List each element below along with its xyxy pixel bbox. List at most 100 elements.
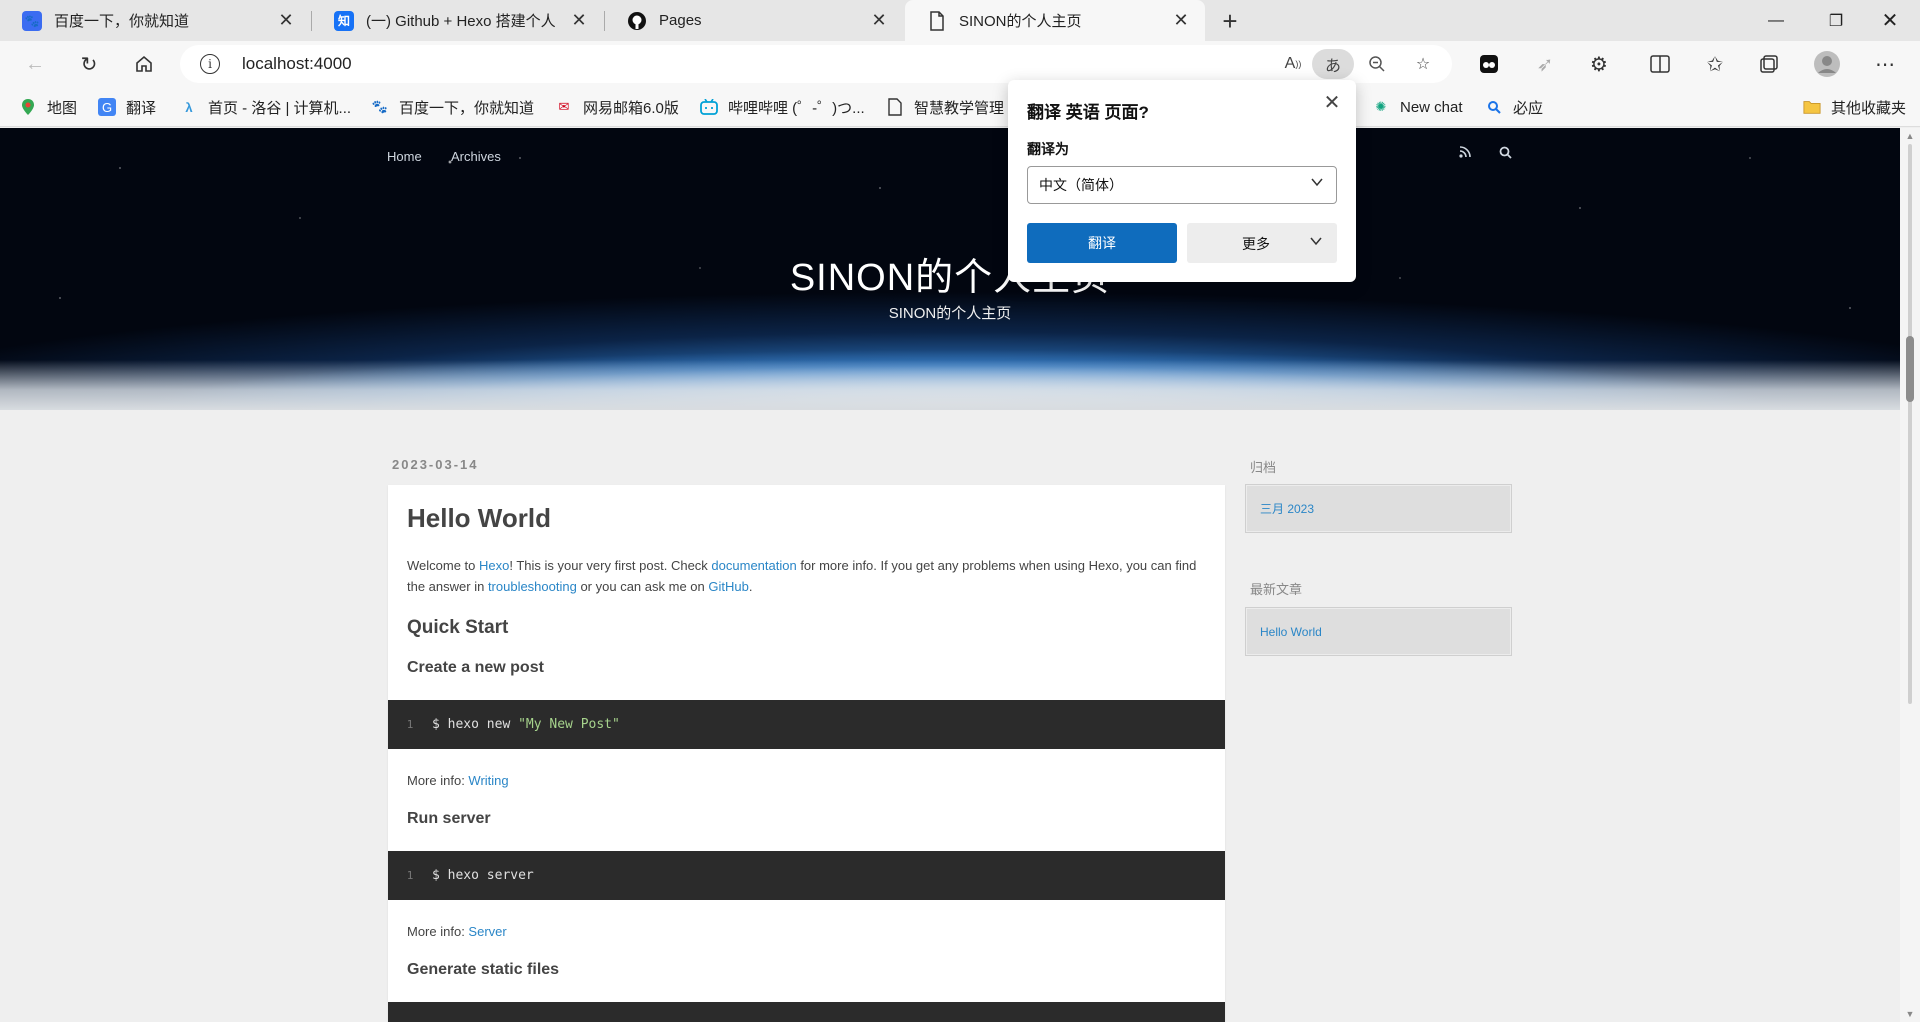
baidu-paw-icon: 🐾 — [22, 10, 42, 31]
split-screen-icon[interactable] — [1643, 47, 1677, 81]
close-icon[interactable]: ✕ — [1171, 10, 1191, 31]
add-favorite-icon[interactable]: ☆ — [1406, 49, 1440, 79]
selected-language: 中文（简体） — [1039, 177, 1123, 193]
close-icon[interactable]: ✕ — [869, 10, 889, 31]
site-info-icon[interactable]: i — [200, 54, 220, 74]
bookmark-luogu[interactable]: λ 首页 - 洛谷 | 计算机... — [180, 95, 351, 119]
bookmark-other-favorites[interactable]: 其他收藏夹 — [1803, 95, 1906, 119]
close-icon[interactable]: ✕ — [1320, 90, 1344, 114]
intro-text: . — [748, 579, 753, 594]
bookmark-new-chat[interactable]: ✺ New chat — [1372, 95, 1463, 119]
github-link[interactable]: GitHub — [708, 579, 748, 594]
collections-icon[interactable] — [1752, 47, 1786, 81]
translate-to-label: 翻译为 — [1027, 141, 1069, 157]
code-block — [388, 1002, 1225, 1022]
bookmark-label: 必应 — [1513, 99, 1544, 117]
tab-pages[interactable]: Pages ✕ — [605, 0, 903, 41]
reload-button[interactable]: ↻ — [72, 47, 106, 81]
profile-avatar[interactable] — [1810, 47, 1844, 81]
line-number: 1 — [406, 718, 414, 731]
tab-title: SINON的个人主页 — [959, 13, 1082, 30]
tab-title: 百度一下，你就知道 — [54, 13, 190, 30]
nav-archives-link[interactable]: Archives — [451, 149, 501, 164]
archive-widget-title: 归档 — [1250, 460, 1277, 475]
translate-popup-title: 翻译 英语 页面? — [1027, 103, 1149, 122]
code-command: $ hexo new — [432, 717, 519, 732]
bookmark-translate[interactable]: G 翻译 — [98, 95, 156, 119]
home-button[interactable] — [127, 47, 161, 81]
bookmark-smart-teaching[interactable]: 智慧教学管理 — [886, 95, 1004, 119]
server-link[interactable]: Server — [468, 924, 506, 939]
recent-posts-list: Hello World — [1245, 607, 1512, 656]
bookmark-bilibili[interactable]: 哔哩哔哩 (゜-゜)つ... — [700, 95, 865, 119]
close-icon[interactable]: ✕ — [569, 10, 589, 31]
tab-sinon[interactable]: SINON的个人主页 ✕ — [905, 0, 1205, 41]
more-info-text: More info: — [407, 773, 469, 788]
restore-button[interactable]: ❐ — [1806, 0, 1866, 41]
translate-button[interactable]: 翻译 — [1027, 223, 1177, 263]
window-close-button[interactable]: ✕ — [1860, 0, 1920, 41]
bing-search-icon — [1485, 98, 1503, 116]
extension-bird-icon[interactable]: ➶ — [1528, 47, 1562, 81]
more-info-text: More info: — [407, 924, 469, 939]
tab-zhihu[interactable]: 知 (一) Github + Hexo 搭建个人 ✕ — [312, 0, 603, 41]
chatgpt-icon: ✺ — [1375, 99, 1387, 114]
translate-icon[interactable]: あ — [1312, 49, 1354, 79]
page-viewport: Home Archives SINON的个人主页 SINON的个人主页 2023… — [0, 128, 1900, 1022]
page-scrollbar[interactable]: ▲ ▼ — [1900, 128, 1920, 1022]
recent-post-link[interactable]: Hello World — [1260, 625, 1322, 639]
post-date[interactable]: 2023-03-14 — [392, 457, 479, 472]
intro-text: ! This is your very first post. Check — [509, 558, 712, 573]
hexo-link[interactable]: Hexo — [479, 558, 509, 573]
archive-month-link[interactable]: 三月 2023 — [1260, 500, 1314, 517]
scroll-down-arrow[interactable]: ▼ — [1900, 1006, 1920, 1022]
favorites-icon[interactable]: ✩ — [1698, 47, 1732, 81]
translate-popup: 翻译 英语 页面? ✕ 翻译为 中文（简体） 翻译 更多 — [1008, 80, 1356, 282]
tab-baidu[interactable]: 🐾 百度一下，你就知道 ✕ — [0, 0, 310, 41]
back-button[interactable]: ← — [18, 47, 52, 81]
tab-strip: 🐾 百度一下，你就知道 ✕ 知 (一) Github + Hexo 搭建个人 ✕… — [0, 0, 1920, 41]
bookmark-bing[interactable]: 必应 — [1485, 95, 1543, 119]
browser-toolbar: ← ↻ i localhost:4000 A)) あ ☆ ➶ ⚙ ✩ ⋯ — [0, 41, 1920, 87]
bookmark-label: New chat — [1400, 98, 1463, 116]
site-title[interactable]: SINON的个人主页 — [0, 246, 1900, 301]
extension-tampermonkey-icon[interactable] — [1472, 47, 1506, 81]
read-aloud-icon[interactable]: A)) — [1276, 49, 1310, 79]
url-text[interactable]: localhost:4000 — [242, 54, 352, 74]
map-pin-icon — [19, 98, 37, 116]
search-icon[interactable] — [1499, 146, 1512, 162]
rss-icon[interactable] — [1459, 146, 1471, 161]
scroll-track[interactable] — [1908, 144, 1912, 704]
post-article: Hello World Welcome to Hexo! This is you… — [388, 485, 1225, 1022]
post-title[interactable]: Hello World — [407, 503, 551, 534]
bookmarks-bar: 地图 G 翻译 λ 首页 - 洛谷 | 计算机... 🐾 百度一下，你就知道 ✉… — [0, 87, 1920, 127]
more-info-writing: More info: Writing — [407, 770, 1207, 791]
scroll-thumb[interactable] — [1906, 336, 1914, 402]
nav-home-link[interactable]: Home — [387, 149, 422, 164]
bookmark-netease[interactable]: ✉ 网易邮箱6.0版 — [555, 95, 679, 119]
writing-link[interactable]: Writing — [468, 773, 508, 788]
zoom-out-icon[interactable] — [1360, 49, 1394, 79]
netease-mail-icon: ✉ — [558, 99, 570, 114]
scroll-up-arrow[interactable]: ▲ — [1900, 128, 1920, 144]
documentation-link[interactable]: documentation — [711, 558, 796, 573]
cloud-layer — [0, 360, 1900, 410]
new-tab-button[interactable]: + — [1213, 4, 1247, 38]
close-icon[interactable]: ✕ — [276, 10, 296, 31]
more-menu-icon[interactable]: ⋯ — [1868, 47, 1902, 81]
troubleshooting-link[interactable]: troubleshooting — [488, 579, 577, 594]
site-subtitle: SINON的个人主页 — [888, 305, 1012, 322]
luogu-icon: λ — [185, 99, 193, 115]
create-post-heading: Create a new post — [407, 659, 544, 676]
target-language-select[interactable]: 中文（简体） — [1027, 166, 1337, 204]
bookmark-baidu[interactable]: 🐾 百度一下，你就知道 — [371, 95, 534, 119]
minimize-button[interactable]: — — [1746, 0, 1806, 41]
bookmark-map[interactable]: 地图 — [19, 95, 77, 119]
intro-text: or you can ask me on — [576, 579, 709, 594]
extensions-icon[interactable]: ⚙ — [1582, 47, 1616, 81]
more-options-button[interactable]: 更多 — [1187, 223, 1337, 263]
tab-title: (一) Github + Hexo 搭建个人 — [366, 13, 556, 30]
address-bar[interactable]: i localhost:4000 A)) あ ☆ — [180, 45, 1452, 83]
bookmark-label: 其他收藏夹 — [1831, 99, 1907, 117]
code-command: $ hexo server — [432, 868, 534, 883]
